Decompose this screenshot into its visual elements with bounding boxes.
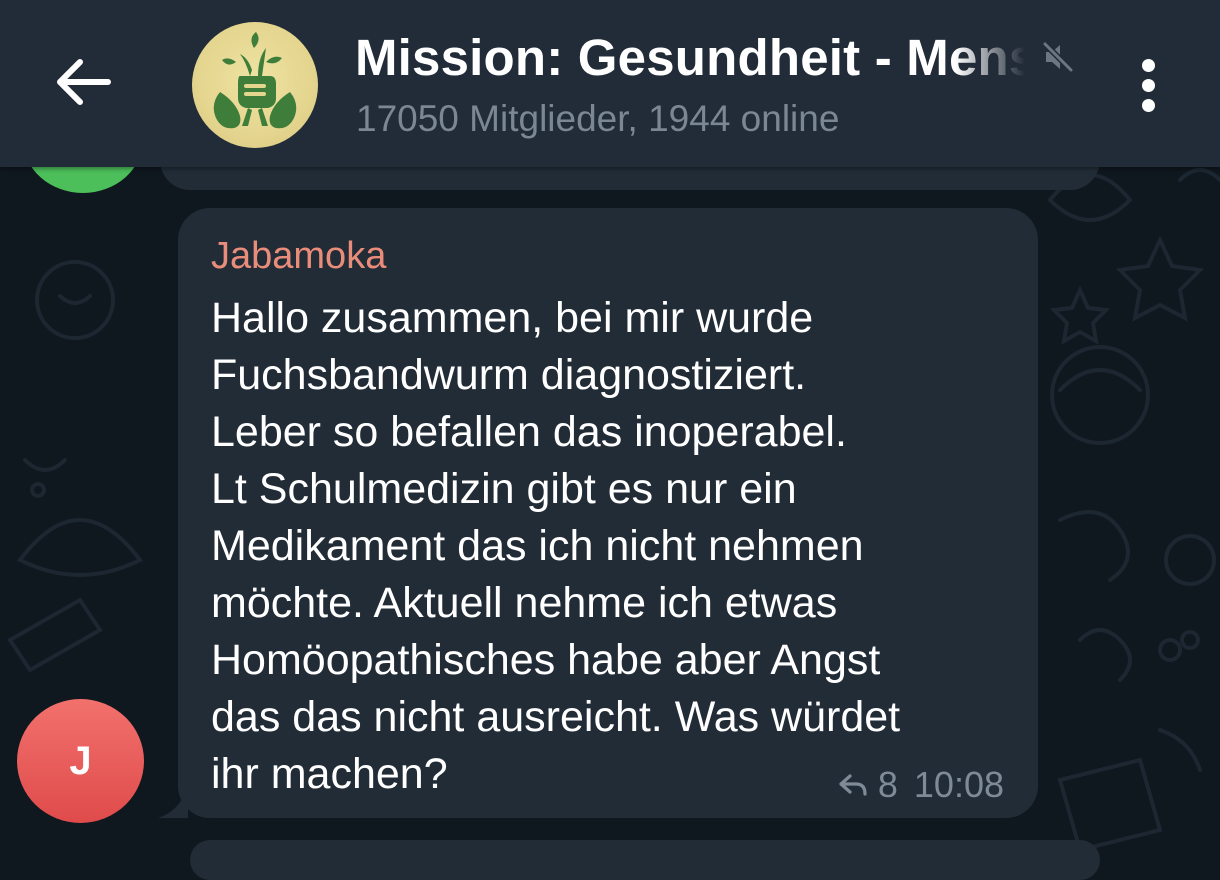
speaker-muted-icon bbox=[1042, 41, 1074, 73]
message-bubble[interactable]: Jabamoka Hallo zusammen, bei mir wurde F… bbox=[178, 208, 1038, 818]
chat-header: Mission: Gesundheit - Mens 17050 Mitglie… bbox=[0, 0, 1220, 167]
reply-arrow-icon[interactable] bbox=[838, 772, 868, 798]
chat-member-count: 17050 Mitglieder, 1944 online bbox=[356, 98, 840, 139]
chat-title: Mission: Gesundheit - Mens bbox=[355, 28, 1025, 86]
group-logo-icon bbox=[213, 32, 297, 129]
next-message-bubble[interactable] bbox=[190, 840, 1100, 880]
message-text: Hallo zusammen, bei mir wurde Fuchsbandw… bbox=[211, 294, 901, 798]
message-sender-name[interactable]: Jabamoka bbox=[211, 235, 386, 278]
arrow-left-icon bbox=[57, 59, 111, 105]
more-vertical-icon bbox=[1141, 59, 1155, 72]
sender-avatar[interactable]: J bbox=[17, 699, 144, 823]
reply-count[interactable]: 8 bbox=[878, 764, 898, 806]
bubble-tail bbox=[158, 788, 188, 818]
chat-title-area[interactable]: Mission: Gesundheit - Mens bbox=[355, 27, 1074, 87]
message-meta: 8 10:08 bbox=[838, 764, 1004, 806]
more-options-button[interactable] bbox=[1128, 52, 1168, 116]
message-time: 10:08 bbox=[913, 764, 1004, 805]
back-button[interactable] bbox=[48, 52, 118, 112]
group-avatar[interactable] bbox=[192, 22, 318, 148]
